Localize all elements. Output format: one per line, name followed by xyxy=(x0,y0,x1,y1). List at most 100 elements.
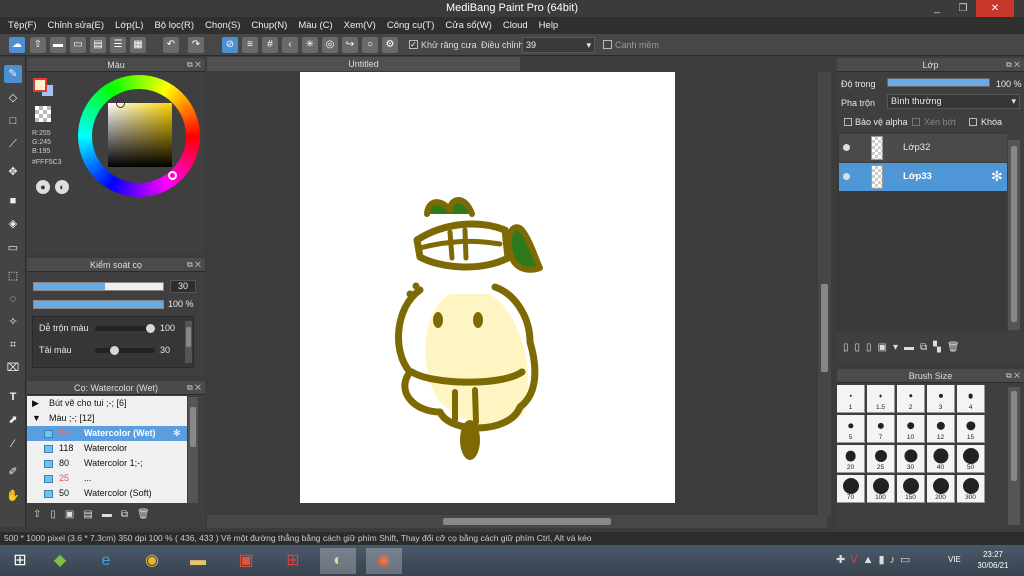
menu-file[interactable]: Tệp(F) xyxy=(4,17,44,34)
canvas-tab[interactable]: Untitled xyxy=(207,57,520,71)
brush-size-option[interactable]: 30 xyxy=(897,445,925,473)
group-toggle[interactable]: ▶ xyxy=(32,396,39,411)
tray-battery-icon[interactable]: ▭ xyxy=(900,554,915,566)
select-pen-icon[interactable]: ⌗ xyxy=(4,336,22,354)
new-halftone-layer-icon[interactable]: ▯ xyxy=(855,342,867,353)
brush-size-option[interactable]: 100 xyxy=(867,475,895,503)
params-scrollbar[interactable] xyxy=(185,321,192,363)
brush-size-option[interactable]: 200 xyxy=(927,475,955,503)
magic-wand-icon[interactable]: ✧ xyxy=(4,313,22,331)
document-icon[interactable]: ▤ xyxy=(90,37,106,53)
brush-size-option[interactable]: 40 xyxy=(927,445,955,473)
brush-group[interactable]: ▼ Màu ;-; [12] xyxy=(27,411,187,426)
palette-settings-icon[interactable]: ◐ xyxy=(55,180,69,194)
settings-snap-icon[interactable]: ⚙ xyxy=(382,37,398,53)
new-8bit-layer-icon[interactable]: ▯ xyxy=(866,342,878,353)
eye-icon[interactable] xyxy=(843,173,850,180)
canvas-hscrollbar[interactable] xyxy=(207,515,827,528)
canvas-vscroll-thumb[interactable] xyxy=(821,284,828,372)
merge-layer-icon[interactable]: ▚ xyxy=(933,342,947,353)
brush-list-scrollbar[interactable] xyxy=(188,397,198,503)
close-button[interactable]: ✕ xyxy=(976,0,1014,17)
minimize-button[interactable]: _ xyxy=(924,0,950,17)
brush-group[interactable]: ▶ Bút vẽ cho tui ;-; [6] xyxy=(27,396,187,411)
smooth-select[interactable]: 39 ▾ xyxy=(522,37,595,53)
start-icon[interactable]: ⊞ xyxy=(2,548,38,574)
canvas-paper[interactable] xyxy=(300,72,675,503)
eraser-tool-icon[interactable]: ◇ xyxy=(4,89,22,107)
rect-tool-icon[interactable]: □ xyxy=(4,112,22,130)
bucket-tool-icon[interactable]: ◈ xyxy=(4,215,22,233)
panel-close-icon[interactable]: ⧉ ✕ xyxy=(187,381,201,395)
lock-checkbox[interactable] xyxy=(969,118,977,126)
menu-snap[interactable]: Chụp(N) xyxy=(247,17,294,34)
canvas-vscrollbar[interactable] xyxy=(818,72,831,517)
new-brush-icon[interactable]: ▯ xyxy=(50,509,65,520)
panel-close-icon[interactable]: ⧉ ✕ xyxy=(1006,369,1020,383)
snap-off-icon[interactable]: ⊘ xyxy=(222,37,238,53)
layer-blend-select[interactable]: Bình thường ▾ xyxy=(887,94,1020,109)
duplicate-layer-icon[interactable]: ⧉ xyxy=(920,342,933,353)
brush-size-option[interactable]: 15 xyxy=(957,415,985,443)
layer-folder-icon[interactable]: ▬ xyxy=(904,342,920,353)
brush-size-option[interactable]: 2 xyxy=(897,385,925,413)
ellipse-snap-icon[interactable]: ○ xyxy=(362,37,378,53)
brush-item[interactable]: 118 Watercolor xyxy=(27,441,187,456)
brush-list-scroll-thumb[interactable] xyxy=(190,407,196,447)
duplicate-icon[interactable]: ⧉ xyxy=(121,509,137,520)
eye-icon[interactable] xyxy=(843,144,850,151)
tray-volume-icon[interactable]: ♪ xyxy=(890,554,901,566)
brush-item[interactable]: 80 Watercolor 1;-; xyxy=(27,456,187,471)
clock[interactable]: 23:27 30/06/21 xyxy=(973,549,1013,571)
clipping-checkbox[interactable] xyxy=(912,118,920,126)
size-value[interactable]: 30 xyxy=(170,280,196,293)
add-brush-icon[interactable]: ▣ xyxy=(65,509,83,520)
sv-picker-handle[interactable] xyxy=(116,99,125,108)
brush-size-option[interactable]: 50 xyxy=(957,445,985,473)
ie-icon[interactable]: e xyxy=(88,548,124,574)
language-indicator[interactable]: VIE xyxy=(948,555,961,564)
brush-size-option[interactable]: 4 xyxy=(957,385,985,413)
panel-close-icon[interactable]: ⧉ ✕ xyxy=(187,58,201,72)
layer-scroll-thumb[interactable] xyxy=(1011,146,1017,322)
brush-item[interactable]: 50 Watercolor (Soft) xyxy=(27,486,187,501)
brush-size-option[interactable]: 3 xyxy=(927,385,955,413)
params-scroll-thumb[interactable] xyxy=(186,327,191,347)
list-icon[interactable]: ☰ xyxy=(110,37,126,53)
operation-tool-icon[interactable]: ⬈ xyxy=(4,411,22,429)
circle-snap-icon[interactable]: ◎ xyxy=(322,37,338,53)
reload-slider[interactable] xyxy=(95,346,155,355)
layer-row[interactable]: Lớp32 xyxy=(839,134,1007,162)
brush-tool-icon[interactable]: ✎ xyxy=(4,65,22,83)
brush-size-option[interactable]: 300 xyxy=(957,475,985,503)
cross-snap-icon[interactable]: # xyxy=(262,37,278,53)
radial-snap-icon[interactable]: ✳ xyxy=(302,37,318,53)
hue-picker-handle[interactable] xyxy=(168,171,177,180)
divide-tool-icon[interactable]: ⁄ xyxy=(4,435,22,453)
trash-icon[interactable]: 🗑 xyxy=(137,509,159,520)
menu-select[interactable]: Chọn(S) xyxy=(201,17,247,34)
canvas-hscroll-thumb[interactable] xyxy=(443,518,611,525)
undo-icon[interactable]: ↶ xyxy=(163,37,179,53)
select-eraser-icon[interactable]: ⌧ xyxy=(4,359,22,377)
reload-slider-knob[interactable] xyxy=(110,346,120,355)
snap-soft-checkbox[interactable] xyxy=(603,40,612,49)
paint-icon[interactable]: ◉ xyxy=(366,548,402,574)
gear-icon[interactable]: ✻ xyxy=(991,168,1003,185)
maximize-button[interactable]: ❐ xyxy=(950,0,976,17)
app-icon[interactable]: ⊞ xyxy=(275,548,311,574)
tray-network-icon[interactable]: ▮ xyxy=(878,554,889,566)
fill-rect-tool-icon[interactable]: ■ xyxy=(4,192,22,210)
menu-filter[interactable]: Bộ lọc(R) xyxy=(150,17,201,34)
tray-up-icon[interactable]: ▲ xyxy=(863,554,879,566)
brush-size-scrollbar[interactable] xyxy=(1008,387,1020,525)
gradient-tool-icon[interactable]: ▭ xyxy=(4,239,22,257)
brush-size-option[interactable]: 5 xyxy=(837,415,865,443)
redo-icon[interactable]: ↷ xyxy=(188,37,204,53)
brush-size-option[interactable]: 7 xyxy=(867,415,895,443)
brush-settings-icon[interactable]: ▤ xyxy=(83,509,101,520)
blend-slider-knob[interactable] xyxy=(146,324,155,333)
menu-tools[interactable]: Công cụ(T) xyxy=(383,17,442,34)
curve-snap-icon[interactable]: ↪ xyxy=(342,37,358,53)
brush-size-option[interactable]: 150 xyxy=(897,475,925,503)
